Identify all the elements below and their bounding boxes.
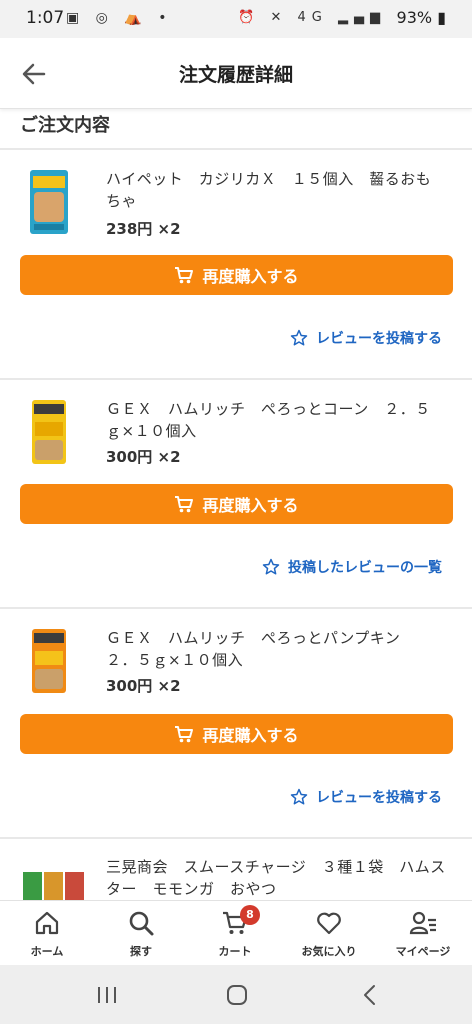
heart-icon [317, 912, 341, 935]
product-name[interactable]: ハイペット カジリカＸ １５個入 齧るおもちゃ [106, 168, 446, 212]
product-name[interactable]: ＧＥＸ ハムリッチ ぺろっとパンプキン ２．５ｇ×１０個入 [106, 627, 446, 671]
divider [0, 837, 472, 839]
nav-label: ホーム [30, 945, 64, 958]
nav-mypage[interactable]: マイページ [376, 901, 470, 966]
rebuy-label: 再度購入する [202, 267, 299, 286]
home-icon [35, 911, 59, 935]
star-icon [262, 558, 280, 575]
network-label: 4G [297, 10, 328, 25]
system-status-icons: ⏰ ✕ 4G ▂▄▆ [238, 10, 386, 25]
star-icon [290, 329, 308, 346]
notification-icons: ▣ ◎ ⛺ • [66, 10, 173, 26]
cart-icon [175, 496, 194, 513]
product-price: 300円 ×2 [106, 677, 181, 695]
page-title: 注文履歴詳細 [178, 64, 293, 86]
nav-label: 探す [130, 945, 152, 958]
product-price: 238円 ×2 [106, 220, 181, 238]
rebuy-label: 再度購入する [202, 496, 299, 515]
bottom-navigation: ホーム 探す 8 カート お気に入り マイページ [0, 900, 472, 966]
divider [0, 378, 472, 380]
battery-level: 93% ▮ [396, 8, 446, 27]
review-link-label: 投稿したレビューの一覧 [288, 560, 442, 576]
battery-text: 93% [396, 8, 433, 27]
write-review-link[interactable]: レビューを投稿する [290, 787, 442, 807]
rebuy-button[interactable]: 再度購入する [20, 714, 453, 754]
user-icon [409, 911, 436, 935]
product-name[interactable]: ＧＥＸ ハムリッチ ぺろっとコーン ２．５ｇ×１０個入 [106, 398, 446, 442]
write-review-link[interactable]: レビューを投稿する [290, 328, 442, 348]
product-name[interactable]: 三晃商会 スムースチャージ ３種１袋 ハムスター モモンガ おやつ [106, 856, 446, 900]
star-icon [290, 788, 308, 805]
product-image[interactable] [24, 627, 74, 695]
nav-cart[interactable]: 8 カート [188, 901, 282, 966]
nav-home[interactable]: ホーム [0, 901, 94, 966]
product-image[interactable] [24, 168, 74, 236]
rebuy-label: 再度購入する [202, 726, 299, 745]
cart-icon [175, 267, 194, 284]
review-link-label: レビューを投稿する [316, 790, 442, 806]
nav-search[interactable]: 探す [94, 901, 188, 966]
review-link-label: レビューを投稿する [316, 331, 442, 347]
nav-label: カート [218, 945, 252, 958]
nav-favorites[interactable]: お気に入り [282, 901, 376, 966]
rebuy-button[interactable]: 再度購入する [20, 484, 453, 524]
section-title: ご注文内容 [20, 115, 110, 136]
status-bar: 1:07 ▣ ◎ ⛺ • ⏰ ✕ 4G ▂▄▆ 93% ▮ [0, 0, 472, 38]
rebuy-button[interactable]: 再度購入する [20, 255, 453, 295]
back-button-icon[interactable] [362, 984, 378, 1006]
product-price: 300円 ×2 [106, 448, 181, 466]
app-header: 注文履歴詳細 [0, 38, 472, 109]
system-navigation-bar [0, 965, 472, 1024]
review-list-link[interactable]: 投稿したレビューの一覧 [262, 557, 442, 577]
divider [0, 607, 472, 609]
cart-icon [175, 726, 194, 743]
nav-label: お気に入り [301, 945, 357, 958]
divider [0, 148, 472, 150]
home-button-icon[interactable] [226, 984, 248, 1006]
product-image[interactable] [24, 398, 74, 466]
search-icon [129, 911, 154, 936]
status-time: 1:07 [26, 8, 65, 28]
cart-badge: 8 [240, 905, 260, 925]
nav-label: マイページ [395, 945, 451, 958]
product-image[interactable] [22, 872, 86, 900]
recent-apps-icon[interactable] [96, 985, 118, 1005]
